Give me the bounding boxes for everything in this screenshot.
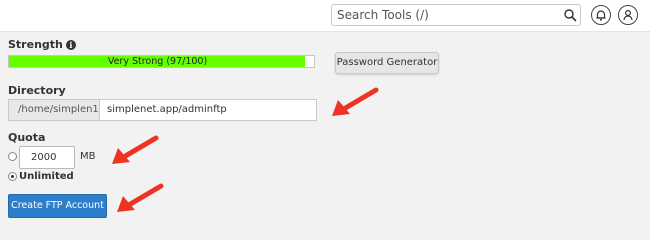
search-icon[interactable]	[563, 8, 577, 22]
search-input[interactable]: Search Tools (/)	[331, 4, 581, 26]
annotation-arrow-icon	[332, 87, 379, 116]
directory-prefix: /home/simplen1/	[8, 99, 102, 121]
directory-label: Directory	[8, 84, 66, 97]
annotation-spacer	[16, 154, 17, 155]
quota-label: Quota	[8, 131, 46, 144]
quota-unlimited-label[interactable]: Unlimited	[19, 171, 74, 182]
strength-heading: Strength i	[8, 38, 76, 51]
create-ftp-account-button[interactable]: Create FTP Account	[8, 194, 107, 218]
top-bar: Search Tools (/)	[0, 0, 650, 32]
directory-input[interactable]: simplenet.app/adminftp	[99, 99, 317, 121]
password-strength-meter: Very Strong (97/100)	[8, 55, 315, 68]
user-menu-button[interactable]	[618, 5, 638, 25]
strength-meter-text: Very Strong (97/100)	[107, 56, 208, 67]
quota-unit: MB	[80, 151, 96, 162]
user-icon	[623, 9, 633, 21]
password-generator-button[interactable]: Password Generator	[335, 52, 439, 74]
strength-label: Strength	[8, 38, 63, 51]
quota-unlimited-radio[interactable]	[8, 172, 17, 181]
notifications-button[interactable]	[591, 5, 611, 25]
quota-input[interactable]: 2000	[19, 146, 75, 169]
info-icon[interactable]: i	[65, 40, 76, 50]
search-placeholder: Search Tools (/)	[337, 8, 429, 22]
bell-icon	[596, 10, 606, 21]
annotation-arrow-icon	[112, 135, 159, 164]
annotation-arrow-icon	[117, 183, 164, 212]
